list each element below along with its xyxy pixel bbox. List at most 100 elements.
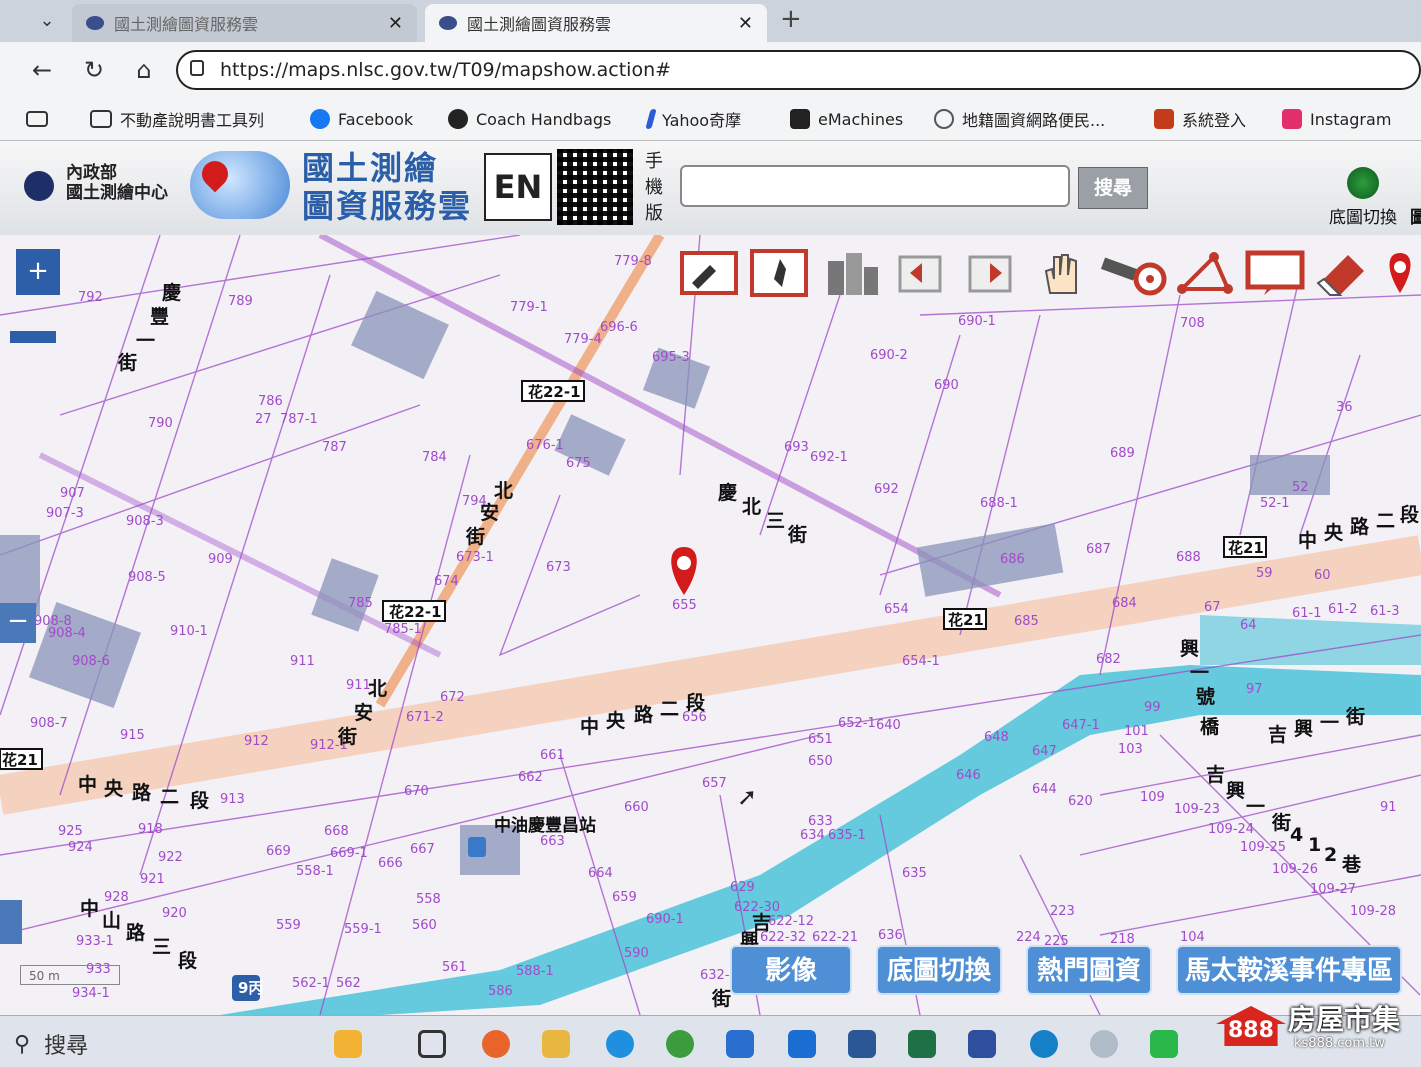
new-tab-icon[interactable]: +	[780, 4, 802, 34]
imagery-button[interactable]: 影像	[730, 945, 852, 995]
screen-icon[interactable]	[1244, 249, 1306, 307]
forward-icon[interactable]	[962, 249, 1024, 307]
svg-text:花21: 花21	[1228, 539, 1264, 557]
svg-text:二: 二	[1376, 510, 1395, 532]
firefox-icon[interactable]	[482, 1030, 510, 1058]
zoom-in-button[interactable]: +	[16, 249, 60, 295]
task-view-icon[interactable]	[418, 1030, 446, 1058]
svg-text:花22-1: 花22-1	[528, 383, 581, 401]
svg-text:59: 59	[1256, 566, 1273, 581]
line-icon[interactable]	[1150, 1030, 1178, 1058]
bookmark-folder[interactable]: 不動產說明書工具列	[90, 106, 264, 132]
basemap-switch-top[interactable]: 底圖切換	[1318, 167, 1408, 228]
close-tab-icon[interactable]: ✕	[388, 13, 403, 34]
taskbar-search[interactable]: ⚲ 搜尋	[14, 1028, 88, 1060]
scale-bar: 50 m	[20, 965, 120, 985]
back-arrow-icon[interactable]: ←	[24, 52, 60, 88]
svg-text:562: 562	[336, 976, 361, 991]
search-input[interactable]	[680, 165, 1070, 207]
svg-text:924: 924	[68, 840, 93, 855]
edge-beta-icon[interactable]	[1030, 1030, 1058, 1058]
login-icon	[1154, 109, 1174, 129]
reading-mode-icon[interactable]	[26, 106, 48, 132]
bookmark-coach[interactable]: Coach Handbags	[448, 106, 611, 132]
svg-text:中: 中	[1298, 529, 1317, 552]
url-field[interactable]: https://maps.nlsc.gov.tw/T09/mapshow.act…	[176, 50, 1421, 90]
bookmark-login[interactable]: 系統登入	[1154, 106, 1246, 132]
svg-text:692-1: 692-1	[810, 450, 848, 465]
edge-icon[interactable]	[606, 1030, 634, 1058]
cadastral-map-svg[interactable]: 792 789 779-1 779-8 779-4696-6 690-1 708 690-…	[0, 235, 1421, 1015]
excel-icon[interactable]	[908, 1030, 936, 1058]
mobile-version-link[interactable]: 手機版	[644, 149, 664, 227]
chrome-icon[interactable]	[666, 1030, 694, 1058]
b-app-icon[interactable]	[968, 1030, 996, 1058]
svg-text:779-8: 779-8	[614, 254, 652, 269]
buildings-icon[interactable]	[822, 249, 884, 307]
english-button[interactable]: EN	[484, 153, 552, 221]
paint-icon[interactable]	[1090, 1030, 1118, 1058]
svg-text:674: 674	[434, 574, 459, 589]
file-explorer-icon[interactable]	[542, 1030, 570, 1058]
svg-text:61-2: 61-2	[1328, 602, 1358, 617]
home-icon[interactable]: ⌂	[126, 52, 162, 88]
map-canvas[interactable]: 792 789 779-1 779-8 779-4 696-6 690-1 708 690-…	[0, 235, 1421, 1015]
outlook-icon[interactable]	[788, 1030, 816, 1058]
svg-text:908-4: 908-4	[48, 626, 86, 641]
back-icon[interactable]	[892, 249, 954, 307]
svg-text:558: 558	[416, 892, 441, 907]
mataian-event-button[interactable]: 馬太鞍溪事件專區	[1176, 945, 1402, 995]
svg-text:109: 109	[1140, 790, 1165, 805]
svg-text:682: 682	[1096, 652, 1121, 667]
qr-code-icon[interactable]	[557, 149, 633, 225]
svg-text:910-1: 910-1	[170, 624, 208, 639]
side-panel-collapse-button[interactable]: −	[0, 603, 36, 643]
site-brand[interactable]: 國土測繪 圖資服務雲	[302, 149, 472, 225]
store-icon[interactable]	[726, 1030, 754, 1058]
brand-line-1: 國土測繪	[302, 149, 439, 187]
sign-edit-icon[interactable]	[680, 249, 742, 307]
svg-text:622-12: 622-12	[768, 914, 814, 929]
svg-text:中: 中	[80, 897, 99, 920]
svg-text:660: 660	[624, 800, 649, 815]
bookmark-label: Coach Handbags	[476, 109, 612, 129]
svg-text:662: 662	[518, 770, 543, 785]
bookmark-facebook[interactable]: Facebook	[310, 106, 413, 132]
svg-text:562-1: 562-1	[292, 976, 330, 991]
bookmark-label: 不動產說明書工具列	[120, 111, 265, 130]
search-button[interactable]: 搜尋	[1078, 167, 1148, 209]
svg-text:52: 52	[1292, 480, 1309, 495]
eraser-icon[interactable]	[1314, 249, 1376, 307]
svg-text:一: 一	[1320, 712, 1339, 734]
zoom-slider-handle[interactable]	[10, 331, 56, 343]
close-tab-icon[interactable]: ✕	[738, 13, 753, 34]
measure-distance-icon[interactable]	[1100, 249, 1167, 307]
tab-list-dropdown-icon[interactable]: ⌄	[30, 6, 64, 36]
svg-text:101: 101	[1124, 724, 1149, 739]
svg-text:一: 一	[136, 330, 155, 352]
measure-area-icon[interactable]	[1174, 249, 1236, 307]
svg-text:667: 667	[410, 842, 435, 857]
svg-text:北: 北	[494, 480, 513, 502]
globe-icon	[1347, 167, 1379, 199]
basemap-switch-button[interactable]: 底圖切換	[876, 945, 1002, 995]
word-icon[interactable]	[848, 1030, 876, 1058]
pan-hand-icon[interactable]	[1032, 249, 1094, 307]
browser-tab-1[interactable]: 國土測繪圖資服務雲 ✕	[72, 4, 417, 42]
bookmark-yahoo[interactable]: Yahoo奇摩	[645, 106, 741, 132]
taiwan-extent-icon[interactable]	[750, 249, 812, 307]
reload-icon[interactable]: ↻	[76, 52, 112, 88]
bookmark-cadastral[interactable]: 地籍圖資網路便民...	[934, 106, 1105, 132]
bookmark-instagram[interactable]: Instagram	[1282, 106, 1391, 132]
copilot-icon[interactable]	[334, 1030, 362, 1058]
popular-maps-button[interactable]: 熱門圖資	[1026, 945, 1152, 995]
location-pin-icon[interactable]	[1380, 249, 1421, 307]
side-panel-tab[interactable]	[0, 900, 22, 944]
bookmark-label: eMachines	[818, 109, 904, 129]
svg-text:央: 央	[104, 777, 124, 800]
browser-tab-2[interactable]: 國土測繪圖資服務雲 ✕	[425, 4, 767, 42]
svg-text:654: 654	[884, 602, 909, 617]
org-line-1: 內政部	[66, 163, 117, 183]
bookmark-emachines[interactable]: eMachines	[790, 106, 903, 132]
svg-text:109-27: 109-27	[1310, 882, 1356, 897]
